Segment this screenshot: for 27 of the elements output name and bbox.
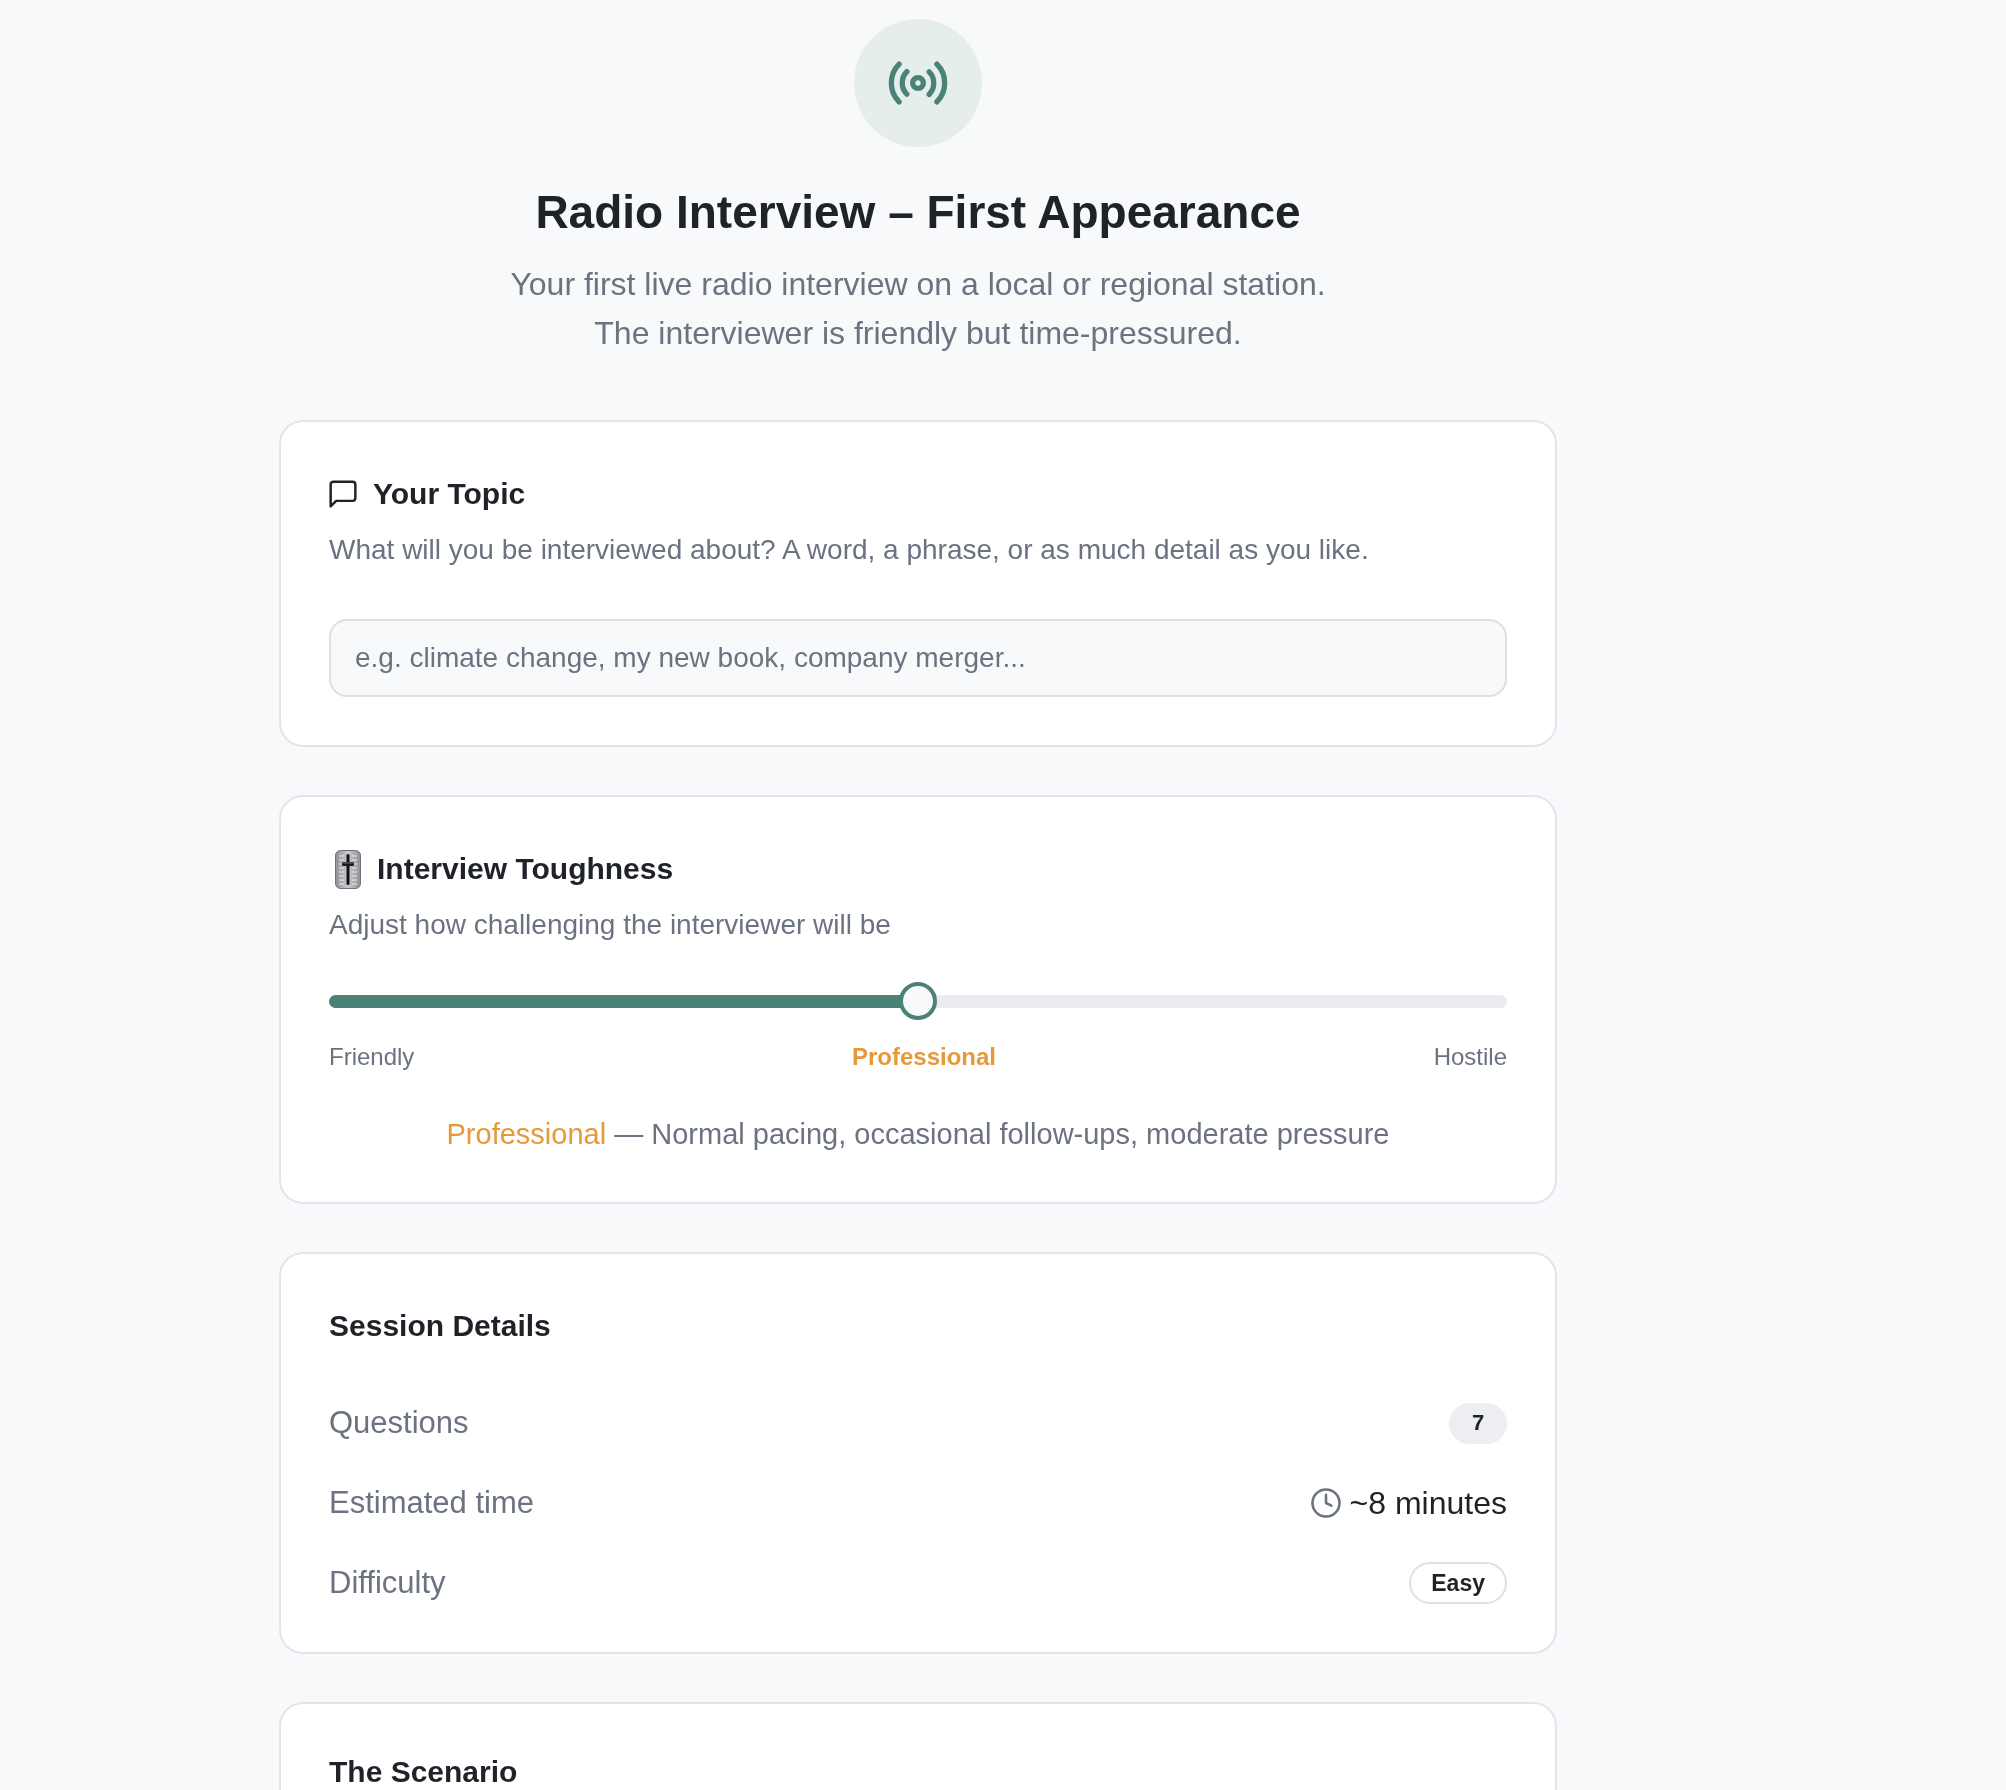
- card-description: What will you be interviewed about? A word, a phrase, or as much detail as you like.: [329, 533, 1370, 567]
- broadcast-icon: [854, 19, 982, 147]
- toughness-summary: — Normal pacing, occasional follow-ups, moderate pressure: [614, 1118, 1390, 1150]
- slider-track[interactable]: [329, 994, 1507, 1008]
- slider-thumb[interactable]: [899, 982, 937, 1020]
- page-subtitle: Your first live radio interview on a local or regional station. The interviewer is friendly but time-pressured.: [509, 265, 1327, 353]
- card-title: Session Details: [329, 1308, 551, 1344]
- clock-icon: [1310, 1488, 1341, 1518]
- scale-label: Hostile: [1433, 1042, 1507, 1072]
- detail-label: Estimated time: [329, 1484, 534, 1522]
- card-description: Adjust how challenging the interviewer will be: [329, 908, 892, 942]
- topic-input[interactable]: e.g. climate change, my new book, company merger...: [329, 619, 1507, 697]
- scale-label: Friendly: [329, 1042, 415, 1072]
- page-title: Radio Interview – First Appearance: [535, 185, 1301, 240]
- duration-value: ~8 minutes: [1349, 1484, 1507, 1523]
- toughness-level-name: Professional: [446, 1118, 607, 1150]
- count-badge: 7: [1449, 1402, 1507, 1444]
- detail-label: Questions: [329, 1404, 469, 1442]
- fader-icon: [335, 849, 361, 889]
- detail-label: Difficulty: [329, 1564, 446, 1602]
- difficulty-tag: Easy: [1409, 1562, 1507, 1604]
- card-title: The Scenario: [329, 1756, 518, 1788]
- card-title: Your Topic: [373, 476, 526, 512]
- scale-label: Professional: [851, 1042, 996, 1072]
- card-title: Interview Toughness: [377, 851, 674, 887]
- chat-bubble-icon: [329, 480, 357, 508]
- toughness-slider[interactable]: [329, 982, 1507, 1020]
